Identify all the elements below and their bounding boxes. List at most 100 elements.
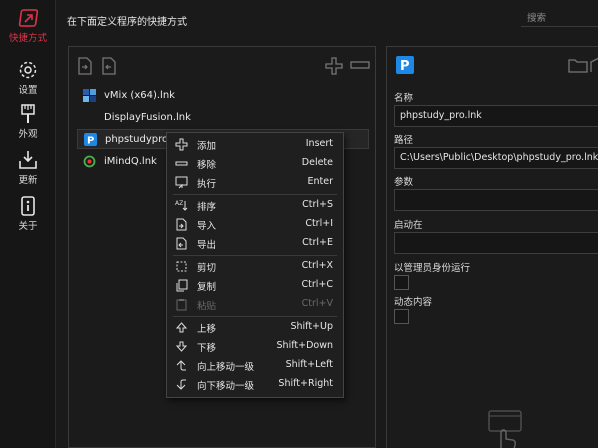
detail-panel: P 名称 phpstudy_pro.lnk 路径 C:\Users\Public… [386,46,598,448]
menu-item-shortcut: Shift+Up [290,321,333,332]
sidebar-item-label: 外观 [18,129,38,140]
menu-item-shortcut: Shift+Down [276,340,333,351]
menu-item-label: 排序 [197,202,217,213]
svg-text:P: P [87,135,94,146]
menu-item-shortcut: Shift+Left [285,359,333,370]
menu-item-run[interactable]: 执行 Enter [167,173,343,192]
vmix-icon [83,88,96,102]
path-label: 路径 [394,135,414,146]
remove-icon[interactable] [350,61,370,70]
open-file-icon[interactable] [590,56,598,74]
context-menu: 添加 Insert 移除 Delete 执行 Enter AZ 排序 Ctrl+… [166,132,344,398]
menu-item-remove[interactable]: 移除 Delete [167,154,343,173]
menu-item-label: 移除 [197,160,217,171]
sidebar: 快捷方式 设置 外观 更新 关于 [0,0,56,448]
export-file-icon[interactable] [101,57,117,75]
menu-item-label: 添加 [197,141,217,152]
list-item-label: iMindQ.lnk [104,155,157,167]
list-toolbar [69,47,375,83]
arrow-up-icon [175,322,188,333]
menu-item-label: 粘贴 [197,301,217,312]
menu-separator [173,255,337,256]
import-icon [176,218,187,231]
sidebar-item-label: 关于 [18,221,38,232]
menu-separator [173,316,337,317]
displayfusion-icon [83,111,96,124]
sidebar-item-update[interactable]: 更新 [0,149,56,186]
startin-label: 启动在 [394,220,423,231]
list-item-label: vMix (x64).lnk [104,89,175,101]
run-icon [175,176,188,189]
menu-item-label: 向上移动一级 [197,362,255,373]
list-item[interactable]: vMix (x64).lnk [83,85,175,105]
name-label: 名称 [394,93,414,104]
menu-item-shortcut: Ctrl+V [301,298,333,309]
menu-item-shortcut: Ctrl+X [301,260,333,271]
menu-item-move-up[interactable]: 上移 Shift+Up [167,318,343,337]
page-title: 在下面定义程序的快捷方式 [67,17,187,28]
menu-item-copy[interactable]: 复制 Ctrl+C [167,276,343,295]
move-down-level-icon [176,379,186,390]
menu-item-shortcut: Insert [305,138,333,149]
menu-item-cut[interactable]: 剪切 Ctrl+X [167,257,343,276]
download-icon [19,151,37,169]
sort-icon: AZ [175,200,188,211]
list-item-label: DisplayFusion.lnk [104,111,191,123]
path-field[interactable]: C:\Users\Public\Desktop\phpstudy_pro.lnk [394,147,598,169]
menu-item-label: 导出 [197,240,217,251]
menu-item-paste[interactable]: 粘贴 Ctrl+V [167,295,343,314]
run-as-admin-checkbox[interactable] [394,275,409,290]
phpstudy-icon: P [396,56,414,74]
export-icon [176,237,187,250]
sidebar-item-appearance[interactable]: 外观 [0,103,56,140]
menu-item-shortcut: Ctrl+I [305,218,333,229]
sidebar-item-label: 设置 [18,85,38,96]
arrow-down-icon [175,341,188,352]
menu-item-shortcut: Enter [307,176,334,187]
menu-item-import[interactable]: 导入 Ctrl+I [167,215,343,234]
menu-item-sort[interactable]: AZ 排序 Ctrl+S [167,196,343,215]
import-file-icon[interactable] [77,57,93,75]
startin-field[interactable] [394,232,598,254]
menu-item-label: 下移 [197,343,217,354]
menu-item-label: 向下移动一级 [197,381,255,392]
sidebar-item-label: 快捷方式 [8,33,47,44]
brush-icon [21,104,35,123]
params-label: 参数 [394,177,414,188]
paste-icon [176,299,187,311]
sidebar-item-settings[interactable]: 设置 [0,59,56,96]
menu-item-add[interactable]: 添加 Insert [167,135,343,154]
menu-item-move-down[interactable]: 下移 Shift+Down [167,337,343,356]
sidebar-item-about[interactable]: 关于 [0,195,56,232]
menu-item-shortcut: Shift+Right [278,378,333,389]
menu-item-label: 导入 [197,221,217,232]
minus-icon [175,161,188,166]
list-item[interactable]: DisplayFusion.lnk [83,107,191,127]
menu-item-label: 执行 [197,179,217,190]
add-icon[interactable] [324,56,344,76]
menu-item-label: 剪切 [197,263,217,274]
folder-icon[interactable] [568,57,588,73]
svg-text:AZ: AZ [175,200,183,207]
sidebar-item-shortcuts[interactable]: 快捷方式 [0,7,56,44]
menu-item-move-up-level[interactable]: 向上移动一级 Shift+Left [167,356,343,375]
list-item-label: phpstudypro [105,133,169,145]
info-icon [21,196,35,216]
search-input[interactable]: 搜索 [521,7,598,27]
list-item[interactable]: iMindQ.lnk [83,151,157,171]
menu-item-export[interactable]: 导出 Ctrl+E [167,234,343,253]
menu-item-shortcut: Ctrl+E [302,237,333,248]
imindq-icon [83,155,96,167]
run-as-admin-label: 以管理员身份运行 [394,263,471,274]
gear-icon [19,61,37,79]
menu-item-shortcut: Ctrl+S [302,199,333,210]
params-field[interactable] [394,189,598,211]
sidebar-item-label: 更新 [18,175,38,186]
dynamic-content-checkbox[interactable] [394,309,409,324]
menu-separator [173,194,337,195]
name-field[interactable]: phpstudy_pro.lnk [394,105,598,127]
plus-icon [175,138,188,151]
cut-icon [176,261,187,272]
menu-item-move-down-level[interactable]: 向下移动一级 Shift+Right [167,375,343,394]
copy-icon [176,279,188,292]
